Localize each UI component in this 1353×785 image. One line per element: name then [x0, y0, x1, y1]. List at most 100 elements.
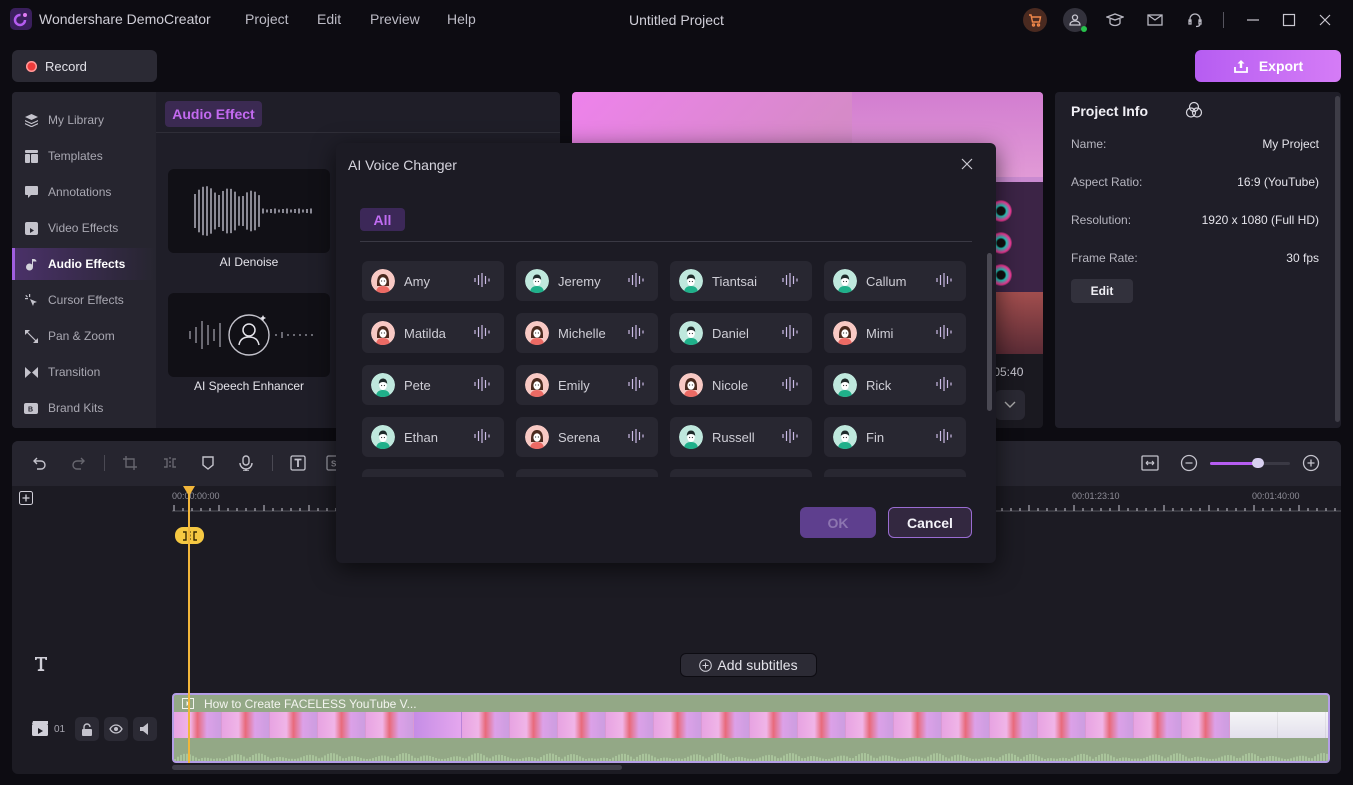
- microphone-icon[interactable]: [236, 453, 256, 473]
- voice-preview-waveform-icon[interactable]: [628, 376, 658, 394]
- text-box-icon[interactable]: [288, 453, 308, 473]
- marker-icon[interactable]: [198, 453, 218, 473]
- voice-card-rick[interactable]: Rick: [824, 365, 966, 405]
- voice-card-partial[interactable]: [824, 469, 966, 477]
- add-track-icon[interactable]: [19, 491, 33, 508]
- zoom-slider-handle[interactable]: [1252, 458, 1264, 468]
- menu-project[interactable]: Project: [245, 11, 289, 27]
- sidebar-item-annotations[interactable]: Annotations: [12, 176, 156, 208]
- maximize-icon[interactable]: [1277, 8, 1301, 32]
- voice-card-tiantsai[interactable]: Tiantsai: [670, 261, 812, 301]
- voice-list-scrollbar[interactable]: [987, 253, 992, 411]
- voice-preview-waveform-icon[interactable]: [936, 376, 966, 394]
- voice-preview-waveform-icon[interactable]: [782, 376, 812, 394]
- voice-preview-waveform-icon[interactable]: [936, 428, 966, 446]
- voice-preview-waveform-icon[interactable]: [628, 272, 658, 290]
- account-icon[interactable]: [1063, 8, 1087, 32]
- audio-waveform-bar: [768, 754, 770, 761]
- voice-card-matilda[interactable]: Matilda: [362, 313, 504, 353]
- video-clip[interactable]: How to Create FACELESS YouTube V...: [172, 693, 1330, 763]
- voice-preview-waveform-icon[interactable]: [628, 324, 658, 342]
- color-circles-icon[interactable]: [1185, 101, 1203, 122]
- voice-card-partial[interactable]: [670, 469, 812, 477]
- zoom-slider[interactable]: [1210, 458, 1290, 468]
- sidebar-item-templates[interactable]: Templates: [12, 140, 156, 172]
- voice-preview-waveform-icon[interactable]: [474, 428, 504, 446]
- voice-card-daniel[interactable]: Daniel: [670, 313, 812, 353]
- voice-preview-waveform-icon[interactable]: [936, 272, 966, 290]
- tab-audio-effect[interactable]: Audio Effect: [165, 101, 262, 127]
- preview-dropdown[interactable]: [995, 390, 1025, 420]
- voice-card-pete[interactable]: Pete: [362, 365, 504, 405]
- voice-card-serena[interactable]: Serena: [516, 417, 658, 457]
- voice-preview-waveform-icon[interactable]: [474, 324, 504, 342]
- cancel-button[interactable]: Cancel: [888, 507, 972, 538]
- edit-project-button[interactable]: Edit: [1071, 279, 1133, 303]
- fit-timeline-icon[interactable]: [1140, 453, 1160, 473]
- voice-card-partial[interactable]: [362, 469, 504, 477]
- voice-card-emily[interactable]: Emily: [516, 365, 658, 405]
- audio-waveform-bar: [852, 758, 854, 761]
- voice-card-callum[interactable]: Callum: [824, 261, 966, 301]
- sidebar-item-brand-kits[interactable]: B Brand Kits: [12, 392, 156, 424]
- tab-all[interactable]: All: [360, 208, 405, 231]
- record-button[interactable]: Record: [12, 50, 157, 82]
- voice-list: Amy Jeremy Tiantsai Callum Matilda Michelle Da…: [362, 261, 972, 477]
- sidebar-item-pan-zoom[interactable]: Pan & Zoom: [12, 320, 156, 352]
- sidebar-item-video-effects[interactable]: Video Effects: [12, 212, 156, 244]
- sidebar-item-my-library[interactable]: My Library: [12, 104, 156, 136]
- sidebar-item-audio-effects[interactable]: Audio Effects: [12, 248, 156, 280]
- clip-thumbnail-frame: [366, 712, 414, 738]
- menu-preview[interactable]: Preview: [370, 11, 420, 27]
- zoom-in-icon[interactable]: [1301, 453, 1321, 473]
- audio-waveform-bar: [1233, 756, 1235, 761]
- audio-waveform-bar: [1167, 757, 1169, 761]
- mail-icon[interactable]: [1143, 8, 1167, 32]
- split-icon[interactable]: [160, 453, 180, 473]
- graduation-cap-icon[interactable]: [1103, 8, 1127, 32]
- ok-button[interactable]: OK: [800, 507, 876, 538]
- voice-card-nicole[interactable]: Nicole: [670, 365, 812, 405]
- undo-icon[interactable]: [30, 453, 50, 473]
- voice-card-russell[interactable]: Russell: [670, 417, 812, 457]
- voice-preview-waveform-icon[interactable]: [474, 376, 504, 394]
- sidebar-item-transition[interactable]: Transition: [12, 356, 156, 388]
- support-headset-icon[interactable]: [1183, 8, 1207, 32]
- voice-card-ethan[interactable]: Ethan: [362, 417, 504, 457]
- export-button[interactable]: Export: [1195, 50, 1341, 82]
- voice-preview-waveform-icon[interactable]: [782, 428, 812, 446]
- voice-card-amy[interactable]: Amy: [362, 261, 504, 301]
- voice-preview-waveform-icon[interactable]: [474, 272, 504, 290]
- voice-preview-waveform-icon[interactable]: [936, 324, 966, 342]
- zoom-out-icon[interactable]: [1179, 453, 1199, 473]
- crop-icon[interactable]: [120, 453, 140, 473]
- voice-preview-waveform-icon[interactable]: [628, 428, 658, 446]
- track-lock-button[interactable]: [75, 717, 99, 741]
- timeline-scrollbar[interactable]: [172, 765, 622, 770]
- menu-help[interactable]: Help: [447, 11, 476, 27]
- audio-waveform-bar: [1170, 755, 1172, 761]
- track-visibility-button[interactable]: [104, 717, 128, 741]
- minimize-icon[interactable]: [1241, 8, 1265, 32]
- menu-edit[interactable]: Edit: [317, 11, 341, 27]
- voice-card-jeremy[interactable]: Jeremy: [516, 261, 658, 301]
- redo-icon[interactable]: [68, 453, 88, 473]
- ai-speech-enhancer-thumbnail[interactable]: [168, 293, 330, 377]
- voice-card-mimi[interactable]: Mimi: [824, 313, 966, 353]
- sidebar-item-cursor-effects[interactable]: Cursor Effects: [12, 284, 156, 316]
- playhead[interactable]: [188, 488, 190, 763]
- cart-icon[interactable]: [1023, 8, 1047, 32]
- add-subtitles-button[interactable]: Add subtitles: [680, 653, 817, 677]
- audio-waveform-bar: [1224, 755, 1226, 761]
- project-info-scrollbar[interactable]: [1335, 96, 1340, 422]
- voice-preview-waveform-icon[interactable]: [782, 324, 812, 342]
- dialog-close-button[interactable]: [956, 153, 978, 175]
- voice-card-fin[interactable]: Fin: [824, 417, 966, 457]
- voice-card-partial[interactable]: [516, 469, 658, 477]
- ai-denoise-thumbnail[interactable]: [168, 169, 330, 253]
- voice-card-michelle[interactable]: Michelle: [516, 313, 658, 353]
- track-mute-button[interactable]: [133, 717, 157, 741]
- voice-preview-waveform-icon[interactable]: [782, 272, 812, 290]
- audio-waveform-bar: [333, 753, 335, 761]
- close-icon[interactable]: [1313, 8, 1337, 32]
